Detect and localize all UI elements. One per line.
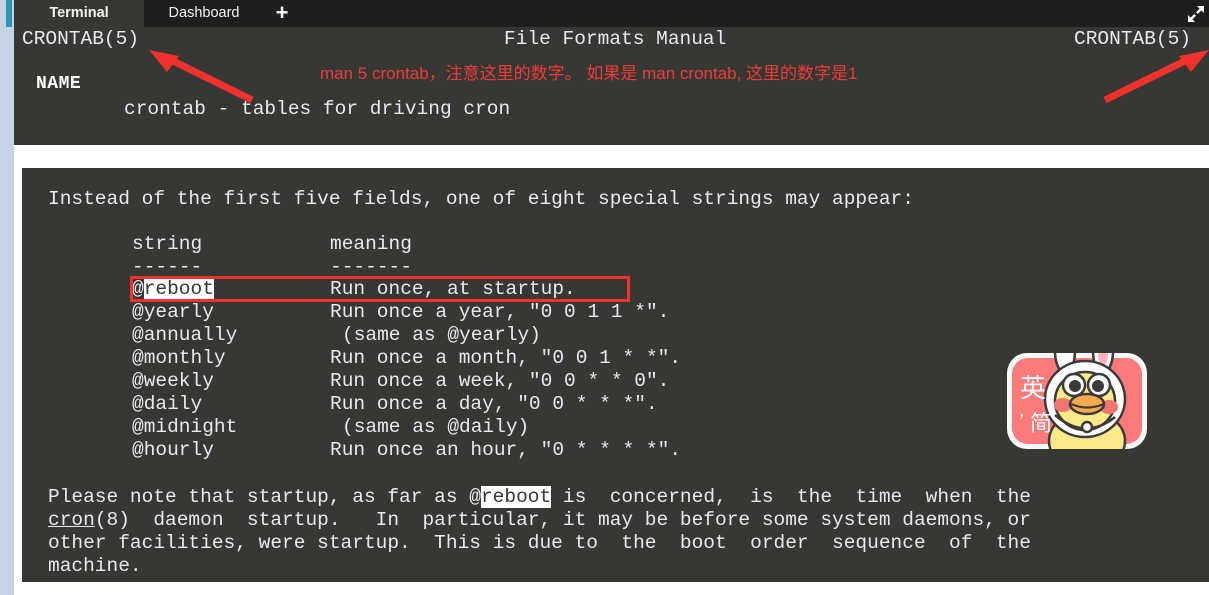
- table-row-string-4: @weekly: [132, 370, 214, 392]
- table-row-meaning-5: Run once a day, "0 0 * * *".: [330, 393, 658, 415]
- note-line-3: other facilities, were startup. This is …: [48, 532, 1031, 554]
- note-text-after-match: is concerned, is the time when the: [551, 486, 1031, 508]
- red-highlight-box: [130, 276, 630, 302]
- table-row-meaning-4: Run once a week, "0 0 * * 0".: [330, 370, 670, 392]
- column-rule-string: ------: [132, 256, 203, 278]
- page-left-rail: [0, 0, 14, 595]
- table-row-string-3: @monthly: [132, 347, 226, 369]
- active-tab-accent-bar: [6, 0, 12, 27]
- tab-terminal[interactable]: Terminal: [14, 0, 144, 27]
- sticker-char-bottom: 简: [1030, 412, 1052, 437]
- expand-arrows-icon[interactable]: [1185, 3, 1207, 25]
- column-header-meaning: meaning: [330, 233, 412, 255]
- red-arrow-up-left-icon: [149, 50, 254, 104]
- tab-bar: Terminal Dashboard +: [14, 0, 1209, 27]
- table-row-string-5: @daily: [132, 393, 203, 415]
- tab-dashboard[interactable]: Dashboard: [144, 0, 264, 27]
- table-row-meaning-1: Run once a year, "0 0 1 1 *".: [330, 301, 670, 323]
- table-row-string-1: @yearly: [132, 301, 214, 323]
- table-row-meaning-2: (same as @yearly): [342, 324, 541, 346]
- duck-bunny-sticker: 英 ， 简: [1007, 353, 1147, 449]
- terminal-top-panel: Terminal Dashboard + CRONTAB(5) File For…: [14, 0, 1209, 145]
- note-line-2-text: (8) daemon startup. In particular, it ma…: [94, 509, 1031, 531]
- table-row-string-6: @midnight: [132, 416, 238, 438]
- manpage-header-center: File Formats Manual: [504, 28, 727, 50]
- column-rule-meaning: -------: [330, 256, 412, 278]
- manpage-link-cron[interactable]: cron: [48, 509, 95, 531]
- manpage-name-description: crontab - tables for driving cron: [124, 98, 511, 120]
- table-row-string-7: @hourly: [132, 439, 214, 461]
- manpage-header-right: CRONTAB(5): [1074, 28, 1192, 50]
- intro-text: Instead of the first five fields, one of…: [48, 188, 914, 210]
- manpage-header-left: CRONTAB(5): [22, 28, 140, 50]
- manpage-section-heading-name: NAME: [36, 74, 82, 94]
- new-tab-button[interactable]: +: [264, 0, 300, 27]
- column-header-string: string: [132, 233, 203, 255]
- search-match-highlight-reboot-2: reboot: [480, 486, 552, 508]
- note-line-4: machine.: [48, 555, 142, 577]
- note-line-2: cron(8) daemon startup. In particular, i…: [48, 509, 1031, 531]
- table-row-meaning-7: Run once an hour, "0 * * * *".: [330, 439, 682, 461]
- note-line-1: Please note that startup, as far as @reb…: [48, 486, 1031, 508]
- chinese-annotation-note: man 5 crontab，注意这里的数字。 如果是 man crontab, …: [320, 64, 858, 83]
- red-arrow-up-right-icon: [1103, 50, 1209, 104]
- page-root: Terminal Dashboard + CRONTAB(5) File For…: [0, 0, 1209, 595]
- table-row-string-2: @annually: [132, 324, 238, 346]
- note-text-before-match: Please note that startup, as far as @: [48, 486, 481, 508]
- sticker-char-top: 英: [1020, 374, 1046, 404]
- table-row-meaning-6: (same as @daily): [342, 416, 530, 438]
- table-row-meaning-3: Run once a month, "0 0 1 * *".: [330, 347, 682, 369]
